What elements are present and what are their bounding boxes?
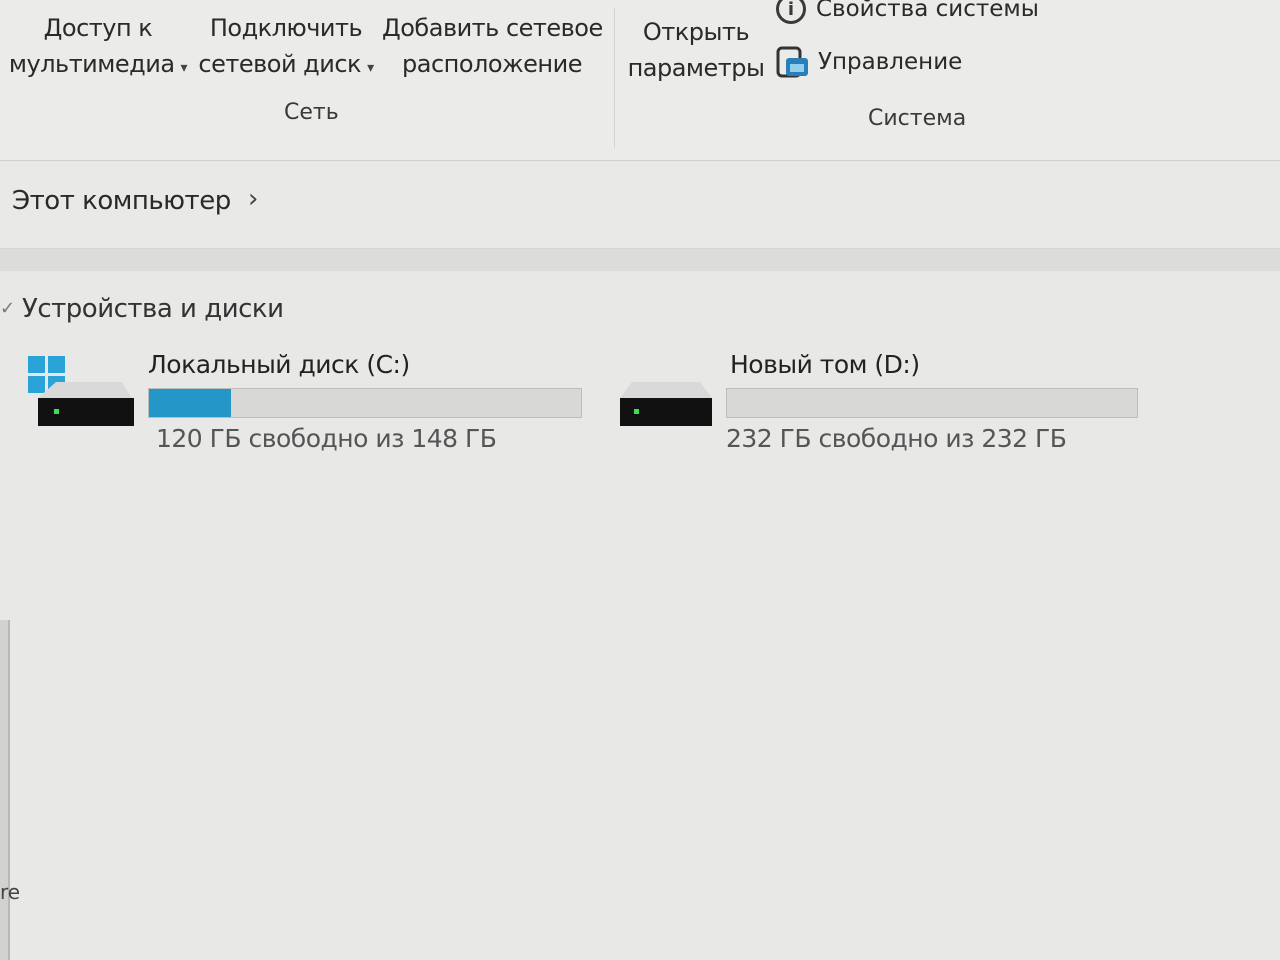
toolbar-strip [0, 249, 1280, 271]
drive-usage-fill [149, 389, 232, 417]
manage-button[interactable]: Управление [776, 44, 962, 80]
ribbon: Доступ к мультимедиа ▾ Подключить сетевой… [0, 0, 1280, 161]
media-access-button[interactable]: Доступ к мультимедиа ▾ [8, 10, 188, 86]
drive-d-tile[interactable]: Новый том (D:) 232 ГБ свободно из 232 ГБ [616, 350, 1146, 460]
system-properties-button[interactable]: i Свойства системы [776, 0, 1039, 24]
drive-name: Новый том (D:) [730, 350, 920, 379]
drive-free-space: 120 ГБ свободно из 148 ГБ [156, 424, 497, 453]
group-label-system: Система [868, 106, 967, 131]
section-title-devices[interactable]: Устройства и диски [22, 294, 284, 324]
chevron-right-icon[interactable]: › [248, 184, 258, 214]
collapse-chevron-icon[interactable]: ✓ [0, 298, 15, 319]
map-network-drive-button[interactable]: Подключить сетевой диск ▾ [196, 10, 376, 86]
group-label-network: Сеть [284, 100, 339, 125]
breadcrumb-this-pc[interactable]: Этот компьютер [12, 186, 231, 216]
ribbon-divider [614, 8, 615, 148]
drive-free-space: 232 ГБ свободно из 232 ГБ [726, 424, 1067, 453]
edge-text: re [0, 880, 21, 904]
computer-management-icon [776, 44, 812, 80]
add-network-location-button[interactable]: Добавить сетевое расположение [382, 10, 603, 82]
windows-drive-icon [28, 356, 134, 426]
info-icon: i [776, 0, 806, 24]
window-edge [0, 620, 10, 960]
drive-c-tile[interactable]: Локальный диск (C:) 120 ГБ свободно из 1… [26, 350, 596, 460]
drive-name: Локальный диск (C:) [148, 350, 410, 379]
drive-usage-bar [148, 388, 582, 418]
chevron-down-icon: ▾ [367, 60, 374, 76]
hard-drive-icon [620, 382, 712, 426]
content-pane: ✓ Устройства и диски Локальный диск (C:)… [0, 272, 1280, 960]
drive-usage-bar [726, 388, 1138, 418]
open-settings-button[interactable]: Открыть параметры [626, 14, 766, 86]
address-bar[interactable]: Этот компьютер › [0, 162, 1280, 249]
chevron-down-icon: ▾ [180, 60, 188, 76]
